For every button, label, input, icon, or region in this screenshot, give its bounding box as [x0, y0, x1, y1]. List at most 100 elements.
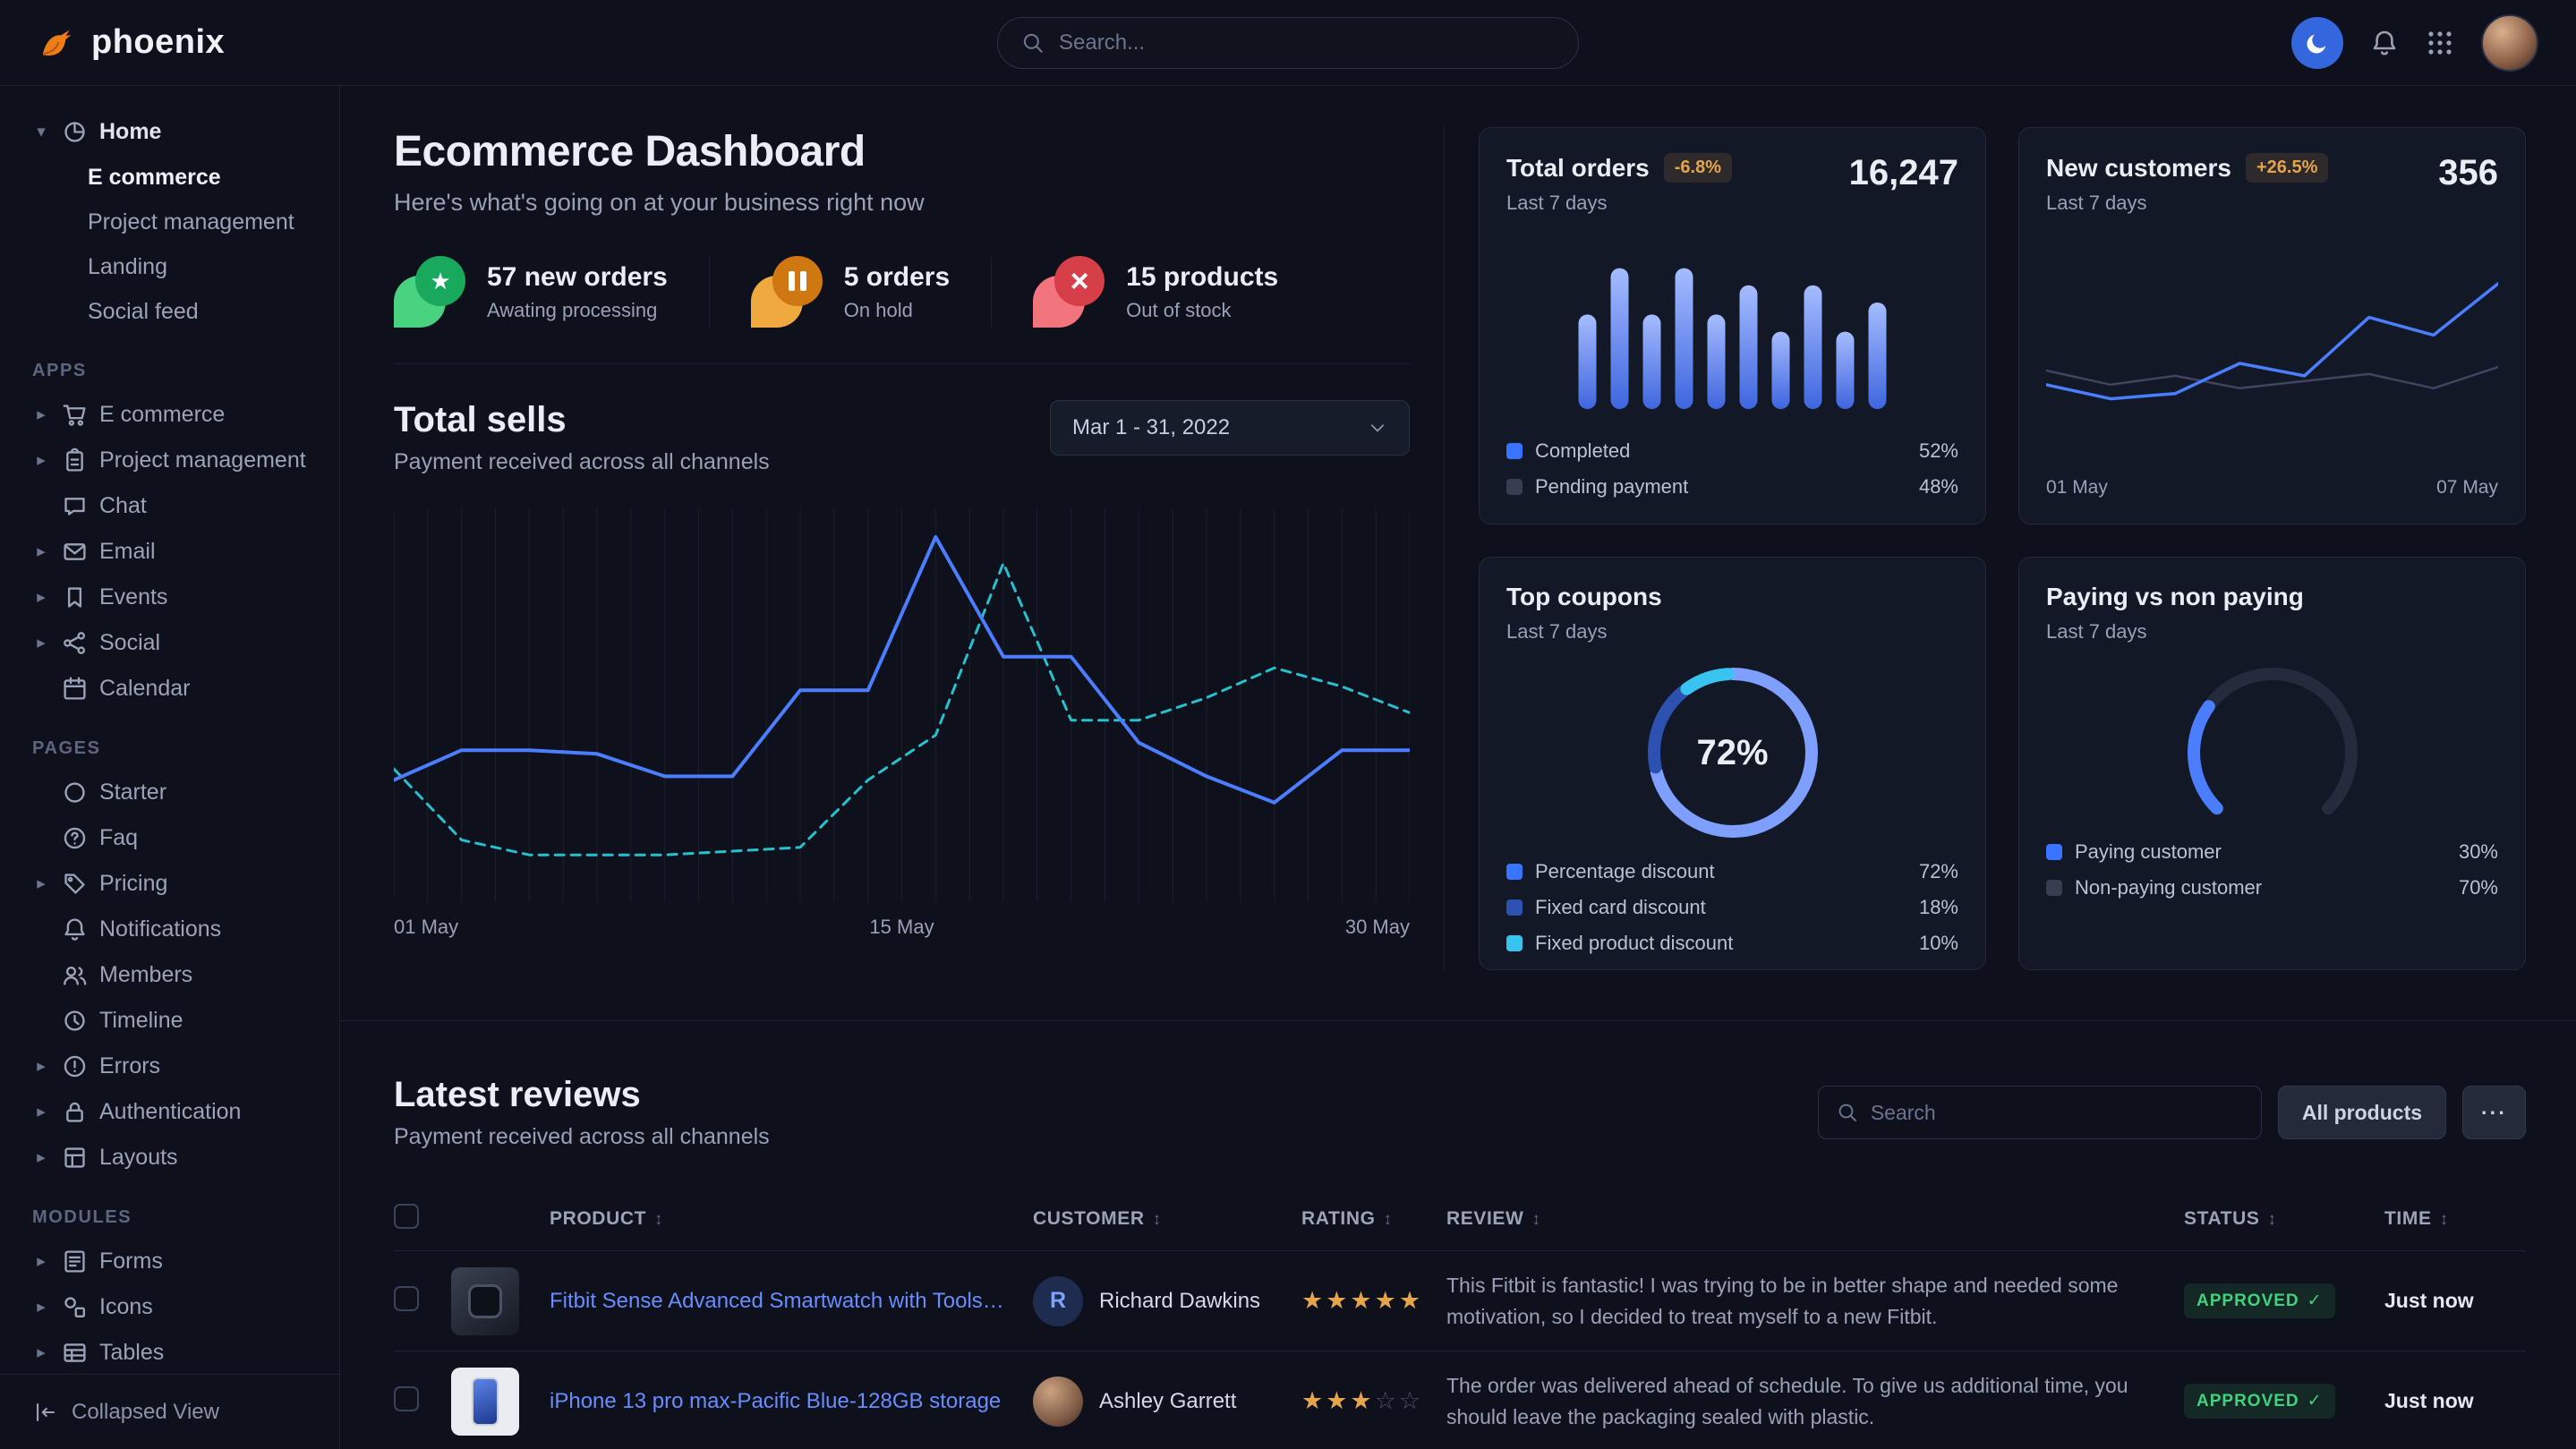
- row-checkbox[interactable]: [394, 1286, 419, 1311]
- page-title: Ecommerce Dashboard: [394, 127, 1410, 176]
- search-icon: [1837, 1102, 1858, 1123]
- sidebar-item-starter[interactable]: ▸Starter: [21, 770, 318, 815]
- global-search[interactable]: [997, 17, 1579, 69]
- sidebar-item-icons[interactable]: ▸Icons: [21, 1284, 318, 1330]
- rating-stars: ★★★★★: [1301, 1287, 1446, 1315]
- clipboard-icon: [62, 447, 88, 473]
- legend-item: Non-paying customer70%: [2046, 876, 2498, 899]
- sort-icon: ↕: [1384, 1210, 1393, 1229]
- caret-right-icon: ▸: [32, 1297, 50, 1317]
- legend-item: Fixed card discount18%: [1506, 896, 1958, 919]
- sort-icon: ↕: [2440, 1210, 2449, 1229]
- caret-right-icon: ▸: [32, 587, 50, 608]
- legend-label: Fixed product discount: [1535, 932, 1733, 955]
- legend-label: Pending payment: [1535, 475, 1688, 499]
- table-row: iPhone 13 pro max-Pacific Blue-128GB sto…: [394, 1351, 2526, 1449]
- share-icon: [62, 630, 88, 656]
- product-link[interactable]: Fitbit Sense Advanced Smartwatch with To…: [550, 1289, 1033, 1314]
- column-header-status[interactable]: STATUS↕: [2184, 1208, 2384, 1230]
- date-range-select[interactable]: Mar 1 - 31, 2022: [1050, 400, 1410, 456]
- collapse-icon: [34, 1401, 57, 1424]
- sidebar-item-home[interactable]: ▾ Home: [21, 109, 318, 155]
- sidebar-item-e-commerce[interactable]: E commerce: [21, 155, 318, 200]
- stat-caption: Out of stock: [1126, 299, 1278, 322]
- caret-right-icon: ▸: [32, 1147, 50, 1168]
- total-orders-value: 16,247: [1849, 153, 1958, 193]
- sidebar-item-pricing[interactable]: ▸Pricing: [21, 861, 318, 907]
- sidebar-item-project-management[interactable]: Project management: [21, 200, 318, 244]
- sidebar-item-calendar[interactable]: ▸Calendar: [21, 666, 318, 712]
- total-sells-chart: [394, 509, 1410, 901]
- caret-right-icon: ▸: [32, 1102, 50, 1122]
- sort-icon: ↕: [654, 1210, 663, 1229]
- global-search-input[interactable]: [1059, 30, 1555, 55]
- all-products-button[interactable]: All products: [2278, 1086, 2446, 1139]
- sidebar-item-faq[interactable]: ▸Faq: [21, 815, 318, 861]
- legend-label: Paying customer: [2075, 840, 2222, 864]
- review-text: This Fitbit is fantastic! I was trying t…: [1446, 1270, 2184, 1332]
- legend-swatch: [1506, 899, 1523, 916]
- product-link[interactable]: iPhone 13 pro max-Pacific Blue-128GB sto…: [550, 1389, 1033, 1414]
- x-icon: ×: [1033, 256, 1105, 328]
- new-customers-card: New customers +26.5% Last 7 days 356 01 …: [2018, 127, 2526, 524]
- sidebar-item-events[interactable]: ▸Events: [21, 575, 318, 620]
- sidebar-item-social[interactable]: ▸Social: [21, 620, 318, 666]
- check-icon: ✓: [2307, 1391, 2323, 1411]
- column-header-review[interactable]: REVIEW↕: [1446, 1208, 2184, 1230]
- sidebar-item-forms[interactable]: ▸Forms: [21, 1239, 318, 1284]
- sidebar-item-tables[interactable]: ▸Tables: [21, 1330, 318, 1376]
- circle-icon: [62, 780, 88, 805]
- reviews-search-input[interactable]: [1871, 1101, 2243, 1125]
- theme-toggle-button[interactable]: [2291, 17, 2343, 69]
- column-header-product[interactable]: PRODUCT↕: [550, 1208, 1033, 1230]
- sidebar-item-chat[interactable]: ▸Chat: [21, 483, 318, 529]
- chevron-down-icon: [1368, 418, 1387, 438]
- sidebar-item-members[interactable]: ▸Members: [21, 952, 318, 998]
- legend-value: 48%: [1919, 475, 1958, 499]
- check-icon: ✓: [2307, 1291, 2323, 1311]
- user-avatar[interactable]: [2481, 14, 2538, 72]
- customer-avatar: R: [1033, 1276, 1083, 1326]
- paying-gauge-chart: [2161, 667, 2384, 819]
- home-children: E commerceProject managementLandingSocia…: [21, 155, 318, 334]
- notifications-button[interactable]: [2370, 29, 2399, 57]
- sidebar-item-e-commerce[interactable]: ▸E commerce: [21, 392, 318, 438]
- collapsed-view-toggle[interactable]: Collapsed View: [0, 1374, 339, 1449]
- sidebar-item-project-management[interactable]: ▸Project management: [21, 438, 318, 483]
- legend-label: Non-paying customer: [2075, 876, 2262, 899]
- sidebar-item-layouts[interactable]: ▸Layouts: [21, 1135, 318, 1181]
- legend-swatch: [1506, 479, 1523, 495]
- reviews-search[interactable]: [1818, 1086, 2262, 1139]
- sidebar-item-errors[interactable]: ▸Errors: [21, 1044, 318, 1089]
- apps-menu-button[interactable]: [2426, 29, 2454, 57]
- brand-name: phoenix: [91, 23, 225, 62]
- sidebar-item-landing[interactable]: Landing: [21, 244, 318, 289]
- sidebar-nav: ▾ Home E commerceProject managementLandi…: [0, 109, 339, 1421]
- column-header-customer[interactable]: CUSTOMER↕: [1033, 1208, 1301, 1230]
- column-header-time[interactable]: TIME↕: [2384, 1208, 2526, 1230]
- alert-icon: [62, 1053, 88, 1079]
- row-checkbox[interactable]: [394, 1386, 419, 1411]
- brand[interactable]: phoenix: [38, 22, 225, 64]
- reviews-toolbar: All products ···: [1818, 1086, 2526, 1139]
- new-customers-chart: [2046, 269, 2498, 465]
- sidebar-item-authentication[interactable]: ▸Authentication: [21, 1089, 318, 1135]
- sidebar: ▾ Home E commerceProject managementLandi…: [0, 86, 340, 1449]
- card-title: Paying vs non paying: [2046, 583, 2304, 611]
- star-icon: ★: [394, 256, 465, 328]
- stat-out-of-stock: ×15 productsOut of stock: [991, 256, 1319, 328]
- legend-label: Percentage discount: [1535, 860, 1715, 883]
- moon-icon: [2305, 30, 2330, 55]
- card-period: Last 7 days: [1506, 620, 1662, 644]
- more-actions-button[interactable]: ···: [2462, 1086, 2526, 1139]
- legend-item: Pending payment 48%: [1506, 475, 1958, 499]
- sidebar-item-email[interactable]: ▸Email: [21, 529, 318, 575]
- legend-value: 30%: [2459, 840, 2498, 864]
- table-row: Fitbit Sense Advanced Smartwatch with To…: [394, 1250, 2526, 1351]
- sidebar-item-notifications[interactable]: ▸Notifications: [21, 907, 318, 952]
- select-all-checkbox[interactable]: [394, 1204, 419, 1229]
- caret-right-icon: ▸: [32, 1342, 50, 1363]
- column-header-rating[interactable]: RATING↕: [1301, 1208, 1446, 1230]
- sidebar-item-timeline[interactable]: ▸Timeline: [21, 998, 318, 1044]
- sidebar-item-social-feed[interactable]: Social feed: [21, 289, 318, 334]
